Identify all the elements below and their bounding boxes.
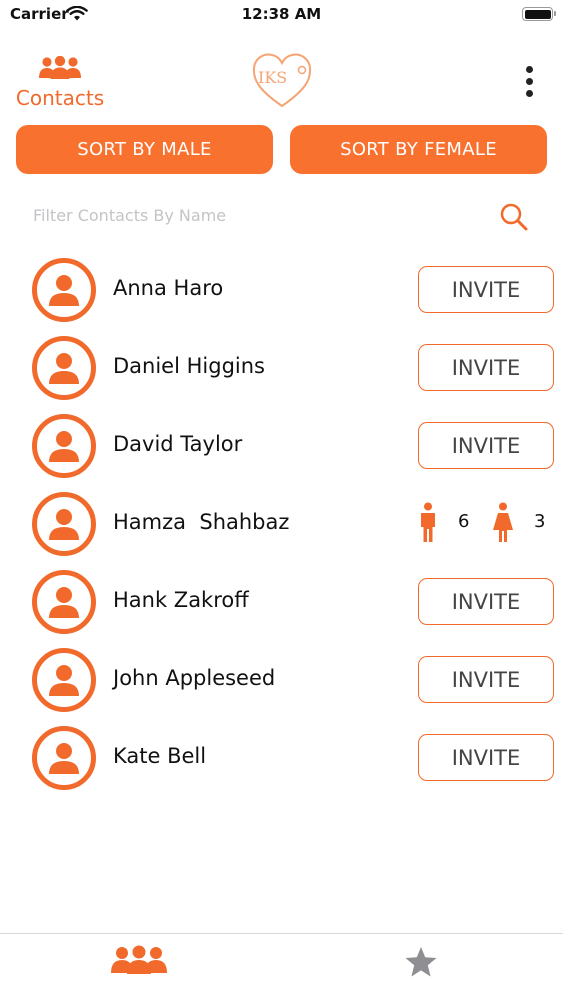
app-logo: IKS (251, 50, 313, 116)
person-icon (49, 431, 79, 462)
search-button[interactable] (498, 201, 530, 233)
person-icon (49, 665, 79, 696)
search-icon (500, 203, 528, 231)
star-icon (405, 947, 437, 977)
contact-name: Hank Zakroff (113, 588, 249, 612)
contacts-header-tab[interactable]: Contacts (14, 55, 106, 110)
female-icon (493, 502, 513, 542)
contact-name: Anna Haro (113, 276, 224, 300)
sort-by-female-button[interactable]: SORT BY FEMALE (290, 125, 547, 174)
avatar (32, 414, 96, 478)
contacts-label: Contacts (15, 86, 105, 110)
contact-name: David Taylor (113, 432, 243, 456)
invite-button[interactable]: INVITE (418, 422, 554, 469)
avatar (32, 258, 96, 322)
female-count: 3 (534, 511, 546, 532)
battery-icon (522, 7, 556, 21)
tab-favorites[interactable] (404, 946, 438, 982)
person-icon (49, 743, 79, 774)
person-icon (49, 587, 79, 618)
more-icon-dot (526, 66, 533, 73)
people-icon (111, 945, 167, 974)
contact-name: Hamza Shahbaz (113, 510, 290, 534)
invite-button[interactable]: INVITE (418, 344, 554, 391)
people-icon (39, 55, 81, 79)
contact-name: Daniel Higgins (113, 354, 265, 378)
sort-by-male-button[interactable]: SORT BY MALE (16, 125, 273, 174)
invite-button[interactable]: INVITE (418, 578, 554, 625)
avatar (32, 336, 96, 400)
male-icon (421, 502, 435, 542)
status-time: 12:38 AM (241, 5, 322, 23)
avatar (32, 492, 96, 556)
person-icon (49, 509, 79, 540)
more-options-button[interactable] (518, 62, 542, 102)
person-icon (49, 353, 79, 384)
avatar (32, 726, 96, 790)
invite-button[interactable]: INVITE (418, 656, 554, 703)
male-count: 6 (458, 511, 470, 532)
contact-list: Anna Haro INVITE Daniel Higgins INVITE D… (0, 250, 563, 796)
filter-contacts-input[interactable] (33, 200, 473, 230)
avatar (32, 570, 96, 634)
contact-row[interactable]: Hamza Shahbaz 6 3 (0, 484, 563, 562)
tab-bar (0, 933, 563, 1000)
logo-text: IKS (258, 68, 287, 87)
contact-row[interactable]: Daniel Higgins INVITE (0, 328, 563, 406)
gender-stats: 6 3 (416, 500, 556, 546)
contact-name: John Appleseed (113, 666, 276, 690)
contact-name: Kate Bell (113, 744, 207, 768)
contact-row[interactable]: Anna Haro INVITE (0, 250, 563, 328)
avatar (32, 648, 96, 712)
invite-button[interactable]: INVITE (418, 266, 554, 313)
contact-row[interactable]: Kate Bell INVITE (0, 718, 563, 796)
invite-button[interactable]: INVITE (418, 734, 554, 781)
contact-row[interactable]: Hank Zakroff INVITE (0, 562, 563, 640)
more-icon-dot (526, 78, 533, 85)
person-icon (49, 275, 79, 306)
tab-contacts[interactable] (110, 945, 168, 979)
contact-row[interactable]: John Appleseed INVITE (0, 640, 563, 718)
contact-row[interactable]: David Taylor INVITE (0, 406, 563, 484)
status-bar: Carrier 12:38 AM (0, 0, 563, 30)
more-icon-dot (526, 90, 533, 97)
